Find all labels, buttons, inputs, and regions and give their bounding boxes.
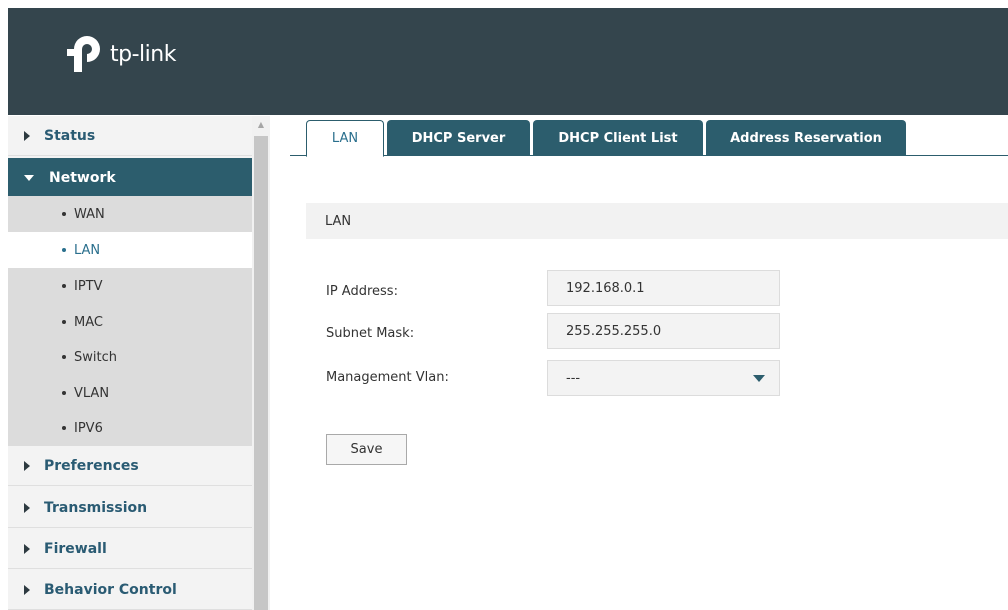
management-vlan-label: Management Vlan: bbox=[326, 370, 449, 385]
management-vlan-select[interactable]: --- bbox=[547, 360, 780, 396]
sidebar-item-label: Behavior Control bbox=[44, 581, 177, 598]
sidebar-item-label: Network bbox=[49, 170, 116, 186]
tab-address-reservation[interactable]: Address Reservation bbox=[706, 120, 906, 156]
management-vlan-value: --- bbox=[566, 370, 581, 386]
caret-right-icon bbox=[24, 460, 30, 471]
ip-address-field[interactable]: 192.168.0.1 bbox=[547, 270, 780, 306]
sidebar-item-behavior-control[interactable]: Behavior Control bbox=[8, 570, 252, 610]
caret-right-icon bbox=[24, 584, 30, 595]
section-title: LAN bbox=[306, 203, 1008, 239]
brand-name: tp-link bbox=[110, 41, 176, 67]
submenu-item-ipv6[interactable]: IPV6 bbox=[8, 410, 252, 446]
scrollbar-thumb[interactable] bbox=[254, 136, 268, 610]
caret-down-icon bbox=[24, 175, 34, 181]
submenu-item-mac[interactable]: MAC bbox=[8, 304, 252, 340]
scroll-up-icon[interactable]: ▲ bbox=[252, 116, 270, 134]
caret-right-icon bbox=[24, 130, 30, 141]
tab-dhcp-server[interactable]: DHCP Server bbox=[387, 120, 530, 156]
tab-lan[interactable]: LAN bbox=[306, 120, 384, 157]
submenu-item-iptv[interactable]: IPTV bbox=[8, 268, 252, 304]
bullet-icon bbox=[62, 212, 66, 216]
caret-right-icon bbox=[24, 543, 30, 554]
submenu-item-label: IPTV bbox=[74, 278, 103, 294]
sidebar-item-status[interactable]: Status bbox=[8, 116, 252, 156]
caret-right-icon bbox=[24, 502, 30, 513]
submenu-item-switch[interactable]: Switch bbox=[8, 339, 252, 375]
submenu-item-lan[interactable]: LAN bbox=[8, 232, 252, 268]
ip-address-label: IP Address: bbox=[326, 284, 398, 299]
sidebar-item-label: Preferences bbox=[44, 457, 139, 474]
tp-link-logo: tp-link bbox=[66, 34, 176, 74]
network-submenu: WAN LAN IPTV MAC Switch VLAN IPV6 bbox=[8, 196, 252, 446]
sidebar-item-label: Firewall bbox=[44, 540, 107, 557]
sidebar-item-firewall[interactable]: Firewall bbox=[8, 529, 252, 569]
submenu-item-wan[interactable]: WAN bbox=[8, 196, 252, 232]
bullet-icon bbox=[62, 320, 66, 324]
sidebar-item-preferences[interactable]: Preferences bbox=[8, 446, 252, 486]
submenu-item-label: Switch bbox=[74, 349, 117, 365]
sidebar-item-network[interactable]: Network bbox=[8, 158, 252, 198]
bullet-icon bbox=[62, 284, 66, 288]
sidebar-nav: Status Network WAN LAN IPTV MAC Switch V… bbox=[8, 116, 252, 610]
submenu-item-label: WAN bbox=[74, 206, 105, 222]
submenu-item-label: MAC bbox=[74, 314, 103, 330]
sidebar-item-label: Status bbox=[44, 127, 96, 144]
submenu-item-label: IPV6 bbox=[74, 420, 103, 436]
top-header: tp-link bbox=[8, 8, 1008, 115]
sidebar-scrollbar[interactable]: ▲ bbox=[252, 116, 270, 610]
bullet-icon bbox=[62, 248, 66, 252]
save-button[interactable]: Save bbox=[326, 434, 407, 465]
submenu-item-label: LAN bbox=[74, 242, 101, 258]
submenu-item-label: VLAN bbox=[74, 385, 110, 401]
bullet-icon bbox=[62, 355, 66, 359]
subnet-mask-field[interactable]: 255.255.255.0 bbox=[547, 313, 780, 349]
subnet-mask-label: Subnet Mask: bbox=[326, 326, 415, 341]
sidebar-item-label: Transmission bbox=[44, 499, 148, 516]
bullet-icon bbox=[62, 391, 66, 395]
sidebar-item-transmission[interactable]: Transmission bbox=[8, 488, 252, 528]
tab-dhcp-client-list[interactable]: DHCP Client List bbox=[533, 120, 703, 156]
subnet-mask-value: 255.255.255.0 bbox=[566, 323, 662, 339]
submenu-item-vlan[interactable]: VLAN bbox=[8, 375, 252, 411]
bullet-icon bbox=[62, 426, 66, 430]
dropdown-arrow-icon bbox=[753, 375, 765, 382]
ip-address-value: 192.168.0.1 bbox=[566, 280, 645, 296]
tp-link-logo-icon bbox=[67, 36, 100, 72]
